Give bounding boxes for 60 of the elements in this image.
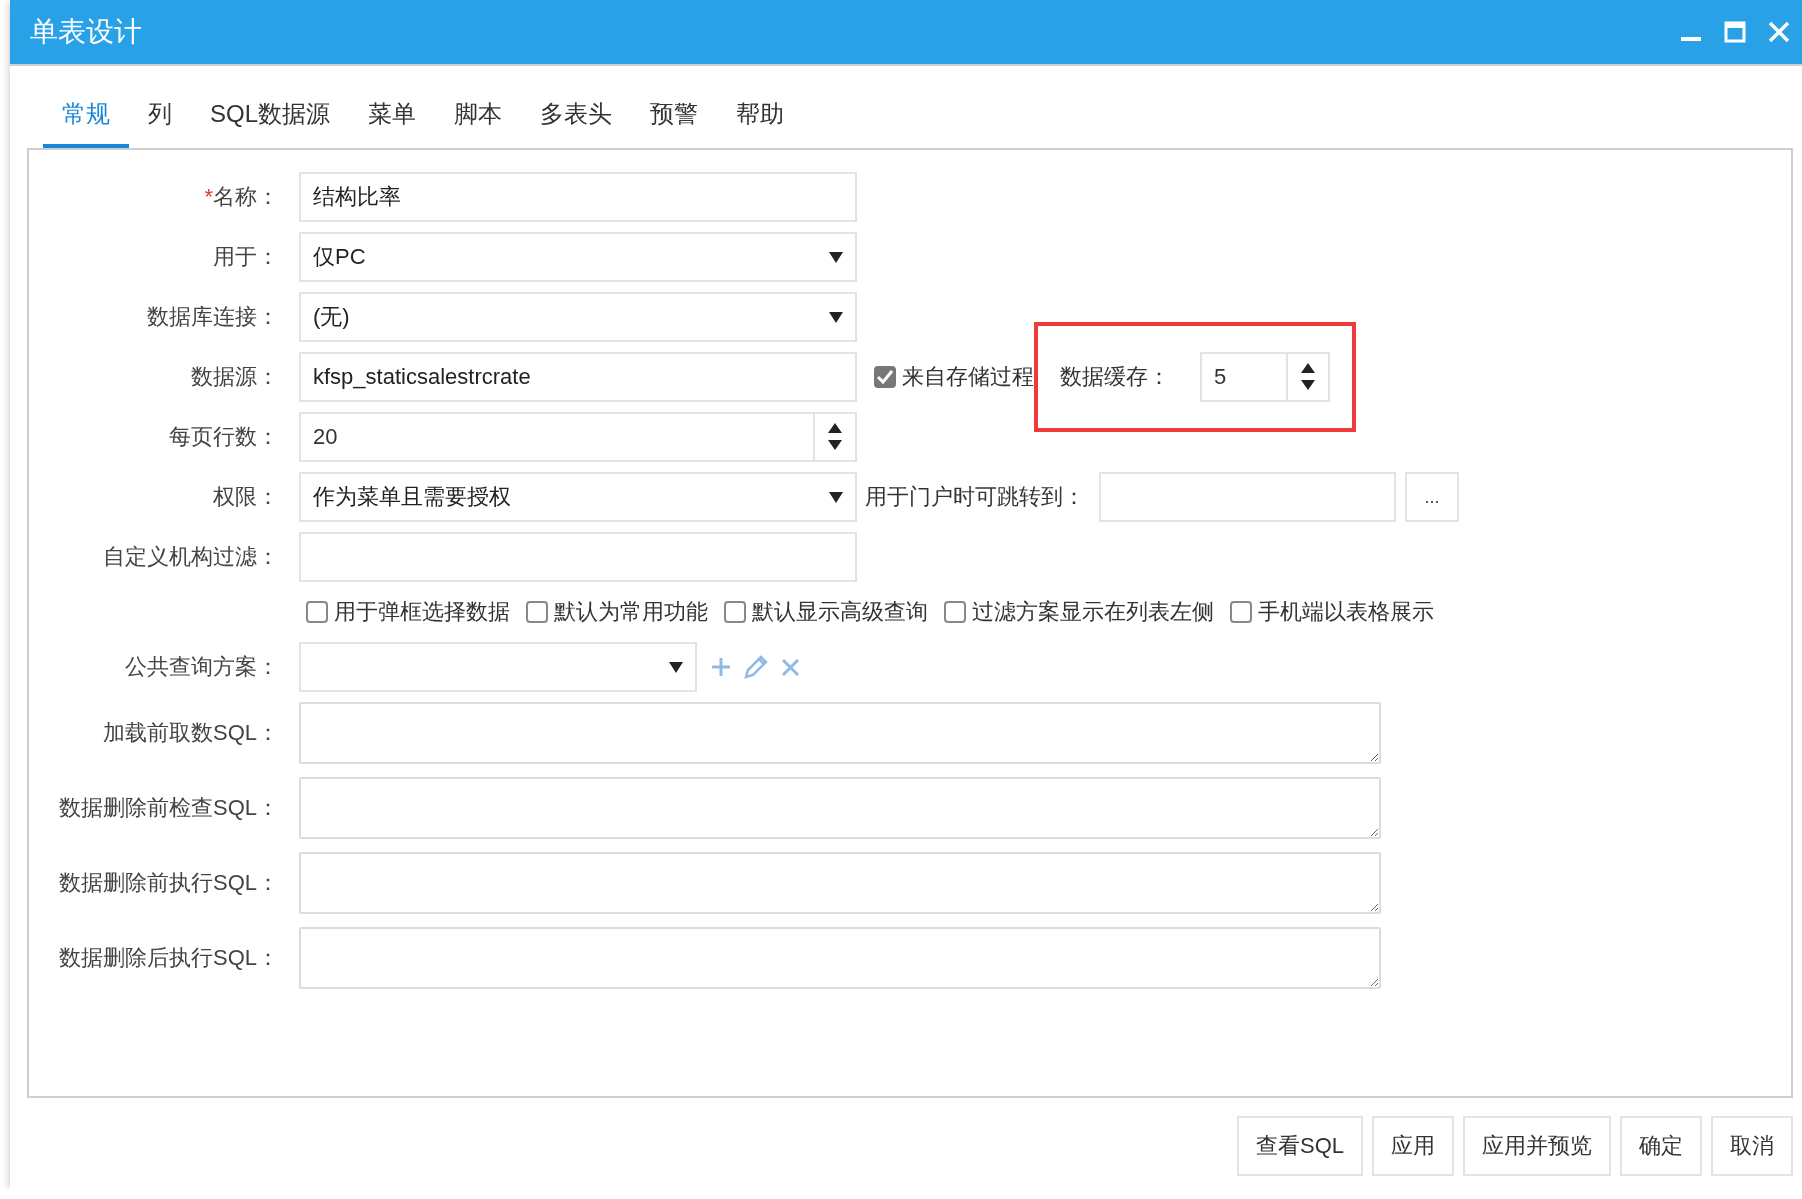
field-label: 数据缓存： xyxy=(1060,363,1170,391)
field-label: 数据删除前执行SQL： xyxy=(57,869,279,897)
dropdown-arrow-icon xyxy=(829,251,843,263)
dropdown-arrow-icon xyxy=(669,661,683,673)
select-field[interactable]: 仅PC xyxy=(299,232,857,282)
field-label: 自定义机构过滤： xyxy=(102,543,279,571)
option-checkbox[interactable]: 过滤方案显示在列表左侧 xyxy=(944,597,1214,627)
tab[interactable]: SQL数据源 xyxy=(191,94,350,148)
number-field[interactable]: 20 xyxy=(299,412,857,462)
option-checkbox[interactable]: 默认为常用功能 xyxy=(526,597,708,627)
number-field[interactable]: 5 xyxy=(1200,352,1330,402)
dropdown-arrow-icon xyxy=(829,491,843,503)
option-checkbox[interactable]: 用于弹框选择数据 xyxy=(306,597,510,627)
field-label: *名称： xyxy=(203,183,279,211)
window-title: 单表设计 xyxy=(30,15,143,49)
browse-button[interactable]: ... xyxy=(1405,472,1459,522)
spinner-arrows-icon[interactable] xyxy=(827,423,843,451)
dialog-button[interactable]: 查看SQL xyxy=(1236,1116,1363,1176)
sql-field[interactable] xyxy=(299,852,1381,914)
select-field[interactable] xyxy=(299,642,697,692)
tab[interactable]: 预警 xyxy=(631,94,718,148)
field-label: 数据删除前检查SQL： xyxy=(57,794,279,822)
select-field[interactable]: (无) xyxy=(299,292,857,342)
option-checkbox[interactable]: 默认显示高级查询 xyxy=(724,597,928,627)
tab[interactable]: 列 xyxy=(129,94,191,148)
checkbox[interactable]: 来自存储过程 xyxy=(874,362,1034,392)
tab[interactable]: 脚本 xyxy=(435,94,522,148)
check-icon xyxy=(877,370,893,384)
field-label: 数据库连接： xyxy=(146,303,279,331)
tab[interactable]: 常规 xyxy=(43,94,129,148)
dialog-button[interactable]: 应用并预览 xyxy=(1463,1116,1611,1176)
tab[interactable]: 多表头 xyxy=(521,94,632,148)
field-label: 用于： xyxy=(212,243,279,271)
sql-field[interactable] xyxy=(299,927,1381,989)
close-icon[interactable] xyxy=(781,657,800,677)
text-field[interactable]: kfsp_staticsalestrcrate xyxy=(299,352,857,402)
tab[interactable]: 菜单 xyxy=(349,94,436,148)
text-field[interactable] xyxy=(299,532,857,582)
option-checkbox[interactable]: 手机端以表格展示 xyxy=(1230,597,1434,627)
text-field[interactable]: 结构比率 xyxy=(299,172,857,222)
dialog-button[interactable]: 取消 xyxy=(1711,1116,1793,1176)
select-field[interactable]: 作为菜单且需要授权 xyxy=(299,472,857,522)
dialog-button[interactable]: 应用 xyxy=(1372,1116,1454,1176)
field-label: 加载前取数SQL： xyxy=(101,719,279,747)
field-label: 公共查询方案： xyxy=(124,653,279,681)
dialog-button[interactable]: 确定 xyxy=(1620,1116,1702,1176)
field-label: 数据删除后执行SQL： xyxy=(57,944,279,972)
text-field[interactable] xyxy=(1099,472,1396,522)
spinner-arrows-icon[interactable] xyxy=(1300,363,1316,391)
tab[interactable]: 帮助 xyxy=(717,94,804,148)
field-label: 数据源： xyxy=(190,363,279,391)
field-label: 权限： xyxy=(212,483,279,511)
maximize-icon[interactable] xyxy=(1724,21,1746,43)
sql-field[interactable] xyxy=(299,777,1381,839)
pencil-icon[interactable] xyxy=(743,654,769,680)
field-label: 用于门户时可跳转到： xyxy=(865,483,1085,511)
add-icon[interactable] xyxy=(711,657,731,677)
dropdown-arrow-icon xyxy=(829,311,843,323)
field-label: 每页行数： xyxy=(168,423,279,451)
sql-field[interactable] xyxy=(299,702,1381,764)
